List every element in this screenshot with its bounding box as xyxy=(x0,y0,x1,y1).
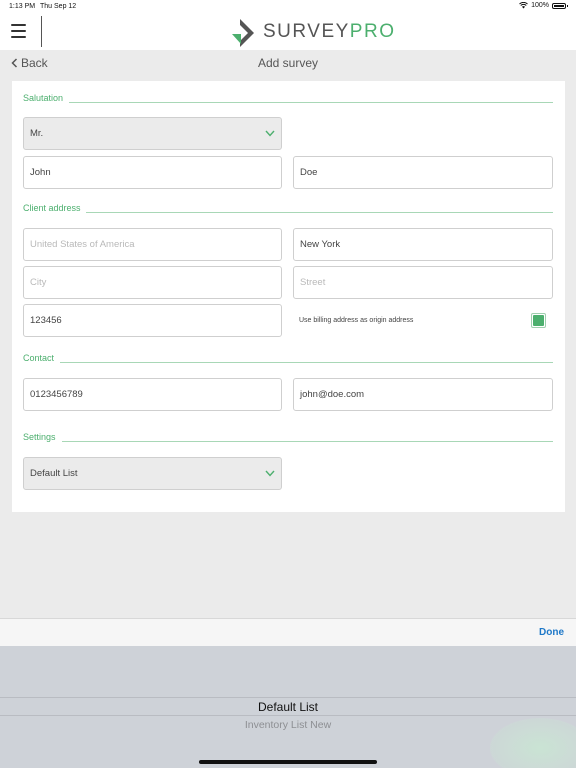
subheader: Back Add survey xyxy=(0,50,576,78)
section-salutation: Salutation xyxy=(23,93,64,103)
picker-option-default-list[interactable]: Default List xyxy=(0,700,576,714)
billing-address-label: Use billing address as origin address xyxy=(299,317,414,324)
status-bar: 1:13 PM Thu Sep 12 100% xyxy=(0,0,576,14)
street-field[interactable]: Street xyxy=(293,266,553,299)
picker-option-inventory-list[interactable]: Inventory List New xyxy=(0,719,576,731)
state-field[interactable]: New York xyxy=(293,228,553,261)
section-divider xyxy=(69,102,553,103)
zip-field[interactable]: 123456 xyxy=(23,304,282,337)
section-contact: Contact xyxy=(23,353,55,363)
section-divider xyxy=(86,212,553,213)
chevron-down-icon xyxy=(265,130,275,137)
section-settings: Settings xyxy=(23,432,56,442)
list-picker[interactable]: Default List Inventory List New xyxy=(0,646,576,768)
salutation-select[interactable]: Mr. xyxy=(23,117,282,150)
salutation-value: Mr. xyxy=(30,128,44,139)
phone-field[interactable]: 0123456789 xyxy=(23,378,282,411)
list-select[interactable]: Default List xyxy=(23,457,282,490)
checkbox-checked-fill xyxy=(533,315,544,326)
billing-address-checkbox[interactable] xyxy=(531,313,546,328)
list-select-value: Default List xyxy=(30,468,78,479)
page-title: Add survey xyxy=(257,56,319,70)
section-divider xyxy=(60,362,553,363)
battery-percent: 100% xyxy=(531,2,549,9)
battery-icon xyxy=(552,2,568,9)
form-card: Salutation Mr. John Doe Client address U… xyxy=(12,81,565,512)
section-divider xyxy=(62,441,553,442)
done-button[interactable]: Done xyxy=(539,627,564,638)
picker-toolbar: Done xyxy=(0,618,576,646)
chevron-down-icon xyxy=(265,470,275,477)
logo-text: SURVEYPRO xyxy=(263,21,396,42)
menu-icon[interactable] xyxy=(11,24,26,38)
status-time: 1:13 PM xyxy=(9,3,36,10)
city-field[interactable]: City xyxy=(23,266,282,299)
wifi-icon xyxy=(519,2,528,9)
first-name-field[interactable]: John xyxy=(23,156,282,189)
nav-bar: SURVEYPRO xyxy=(0,14,576,50)
section-client-address: Client address xyxy=(23,203,81,213)
nav-divider xyxy=(41,16,42,47)
logo: SURVEYPRO xyxy=(231,16,395,48)
country-field[interactable]: United States of America xyxy=(23,228,282,261)
logo-mark-icon xyxy=(232,19,254,47)
home-indicator xyxy=(199,760,377,764)
last-name-field[interactable]: Doe xyxy=(293,156,553,189)
email-field[interactable]: john@doe.com xyxy=(293,378,553,411)
status-date: Thu Sep 12 xyxy=(40,3,77,10)
status-right: 100% xyxy=(519,2,568,9)
